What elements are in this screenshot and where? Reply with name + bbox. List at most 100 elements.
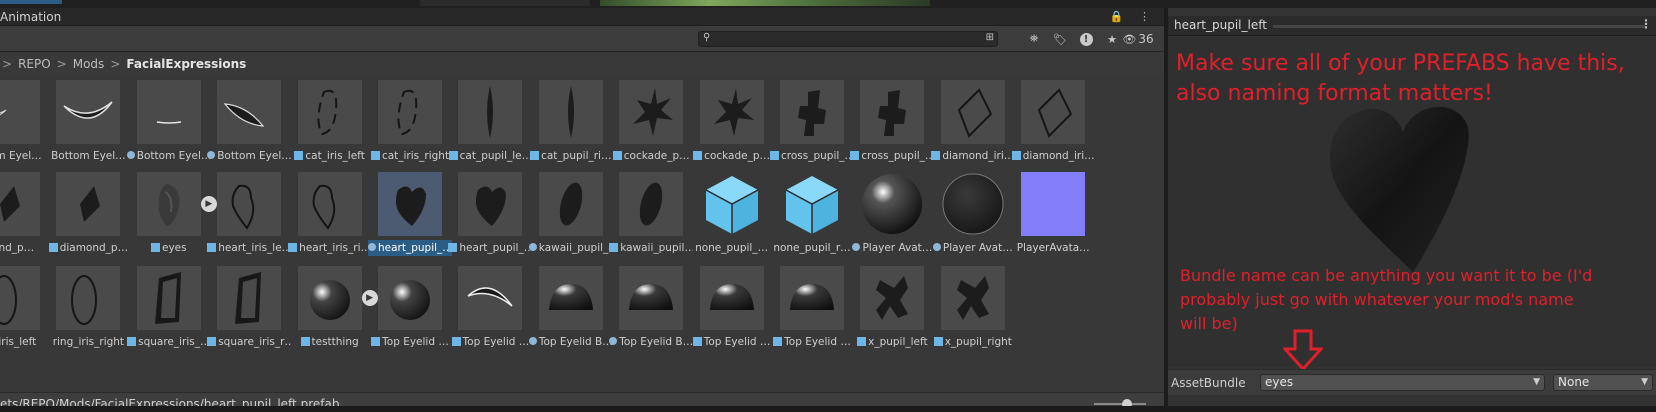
asset-item[interactable]: Top Eyelid … xyxy=(448,262,530,354)
asset-item[interactable]: ottom Eyel… xyxy=(0,76,46,168)
search-input[interactable]: ⚲ ⊞ xyxy=(698,31,998,47)
asset-name: cross_pupil_… xyxy=(861,150,935,162)
assetbundle-name-dropdown[interactable]: eyes ▼ xyxy=(1260,374,1545,391)
asset-item[interactable]: heart_iris_ri… xyxy=(288,168,371,260)
assetbundle-variant-dropdown[interactable]: None ▼ xyxy=(1553,374,1653,391)
asset-thumbnail xyxy=(538,172,603,236)
asset-label: cross_pupil_… xyxy=(770,148,854,164)
asset-label: Bottom Eyel… xyxy=(207,148,291,164)
mesh-icon xyxy=(126,151,135,159)
asset-label: cat_iris_left xyxy=(288,148,372,164)
prefab-icon xyxy=(530,151,540,160)
breadcrumb-repo[interactable]: REPO xyxy=(18,57,51,71)
asset-item[interactable]: cockade_p… xyxy=(609,76,690,168)
asset-item[interactable]: Top Eyelid B… xyxy=(609,262,693,354)
asset-item[interactable]: cross_pupil_… xyxy=(770,76,854,168)
asset-item[interactable]: heart_pupil_… xyxy=(448,168,532,260)
asset-item[interactable]: heart_pupil_… xyxy=(368,168,452,260)
asset-item[interactable]: diamond_p… xyxy=(46,168,129,260)
breadcrumb-separator: > xyxy=(56,57,67,71)
asset-label: cat_pupil_ri… xyxy=(529,148,613,164)
preview-panel: heart_pupil_left ⋮ Make sure all of your… xyxy=(1168,8,1656,406)
asset-thumbnail xyxy=(297,80,362,144)
asset-label: Player Avat… xyxy=(850,240,934,256)
asset-item[interactable]: Player Avat… xyxy=(850,168,932,260)
chevron-down-icon: ▼ xyxy=(1533,377,1540,387)
asset-item[interactable]: x_pupil_right xyxy=(931,262,1012,354)
hidden-packages-icon[interactable]: 👁 36 xyxy=(1122,31,1153,47)
annotation-bundle-name: Bundle name can be anything you want it … xyxy=(1180,266,1593,333)
asset-item[interactable]: cat_iris_left xyxy=(288,76,368,168)
asset-item[interactable]: mond_p… xyxy=(0,168,46,260)
asset-item[interactable]: Top Eyelid … xyxy=(770,262,851,354)
asset-item[interactable]: Bottom Eyel… xyxy=(46,76,126,168)
asset-thumbnail xyxy=(780,80,844,144)
asset-thumbnail xyxy=(217,80,282,144)
asset-item[interactable]: Top Eyelid … xyxy=(368,262,449,354)
asset-item[interactable]: none_pupil_… xyxy=(690,168,770,260)
asset-item[interactable]: diamond_iri… xyxy=(931,76,1014,168)
asset-name: cat_iris_left xyxy=(305,150,365,162)
assetbundle-label: AssetBundle xyxy=(1171,376,1246,390)
asset-thumbnail xyxy=(619,266,684,330)
asset-name: diamond_p… xyxy=(59,242,129,254)
tab-menu-icons[interactable]: 🔒 ⋮ xyxy=(1110,10,1156,23)
asset-item[interactable]: ring_iris_right xyxy=(46,262,126,354)
asset-label: eyes xyxy=(127,240,211,256)
asset-name: ring_iris_right xyxy=(52,336,125,348)
asset-item[interactable]: cat_pupil_ri… xyxy=(529,76,611,168)
log-types-icon[interactable]: ! xyxy=(1076,31,1096,47)
asset-item[interactable]: eyes xyxy=(127,168,207,260)
asset-item[interactable]: testthing xyxy=(288,262,368,354)
search-filter-icon[interactable]: ⊞ xyxy=(986,32,994,43)
asset-item[interactable]: Bottom Eyel… xyxy=(207,76,291,168)
asset-item[interactable]: kawaii_pupil… xyxy=(609,168,693,260)
asset-label: diamond_iri… xyxy=(1011,148,1095,164)
asset-name: cross_pupil_… xyxy=(781,150,854,162)
preview-menu-icon[interactable]: ⋮ xyxy=(1640,17,1652,31)
prefab-icon xyxy=(773,337,783,346)
asset-thumbnail xyxy=(378,266,442,330)
asset-item[interactable]: Bottom Eyel… xyxy=(126,76,211,168)
asset-item[interactable]: Top Eyelid … xyxy=(690,262,770,354)
asset-thumbnail xyxy=(56,266,121,330)
model-preview[interactable]: Make sure all of your PREFABS have this,… xyxy=(1168,37,1656,387)
asset-label: cross_pupil_… xyxy=(850,148,934,164)
asset-item[interactable]: square_iris_r… xyxy=(207,262,291,354)
asset-item[interactable]: none_pupil_r… xyxy=(770,168,851,260)
expand-arrow-icon[interactable]: ▶ xyxy=(361,290,378,306)
asset-name: heart_pupil_… xyxy=(459,242,533,254)
asset-item[interactable]: diamond_iri… xyxy=(1011,76,1095,168)
asset-item[interactable]: ng_iris_left xyxy=(0,262,46,354)
asset-label: cat_pupil_le… xyxy=(448,148,532,164)
asset-item[interactable]: cat_pupil_le… xyxy=(448,76,532,168)
tab-animation[interactable]: Animation xyxy=(0,10,61,24)
asset-item[interactable]: cat_iris_right xyxy=(368,76,449,168)
asset-thumbnail xyxy=(1021,172,1086,236)
asset-thumbnail xyxy=(1021,80,1086,144)
asset-item[interactable]: x_pupil_left xyxy=(850,262,930,354)
asset-item[interactable]: cross_pupil_… xyxy=(850,76,934,168)
asset-item[interactable]: PlayerAvata… xyxy=(1011,168,1091,260)
asset-label: ottom Eyel… xyxy=(0,148,50,164)
asset-item[interactable]: heart_iris_le… xyxy=(207,168,291,260)
prefab-icon xyxy=(371,337,381,346)
expand-arrow-icon[interactable]: ▶ xyxy=(200,196,217,212)
icon-size-slider[interactable] xyxy=(1094,403,1146,405)
asset-item[interactable]: square_iris_… xyxy=(127,262,211,354)
asset-thumbnail xyxy=(56,172,121,236)
asset-item[interactable]: kawaii_pupil_… xyxy=(528,168,613,260)
breadcrumb-facialexpressions[interactable]: FacialExpressions xyxy=(126,57,246,71)
breadcrumb-mods[interactable]: Mods xyxy=(73,57,105,71)
asset-label: Bottom Eyel… xyxy=(46,148,130,164)
asset-item[interactable]: Player Avat… xyxy=(931,168,1013,260)
asset-item[interactable]: Top Eyelid B… xyxy=(528,262,613,354)
preview-drag-handle[interactable] xyxy=(1273,25,1645,28)
asset-item[interactable]: cockade_p… xyxy=(690,76,770,168)
filter-by-type-icon[interactable]: ⛯ xyxy=(1024,31,1044,47)
filter-by-label-icon[interactable]: 🏷 xyxy=(1050,31,1070,47)
favorite-star-icon[interactable]: ★ xyxy=(1102,31,1122,47)
asset-name: Top Eyelid … xyxy=(462,336,530,348)
asset-label: testthing xyxy=(288,334,372,350)
asset-thumbnail xyxy=(940,80,1005,144)
